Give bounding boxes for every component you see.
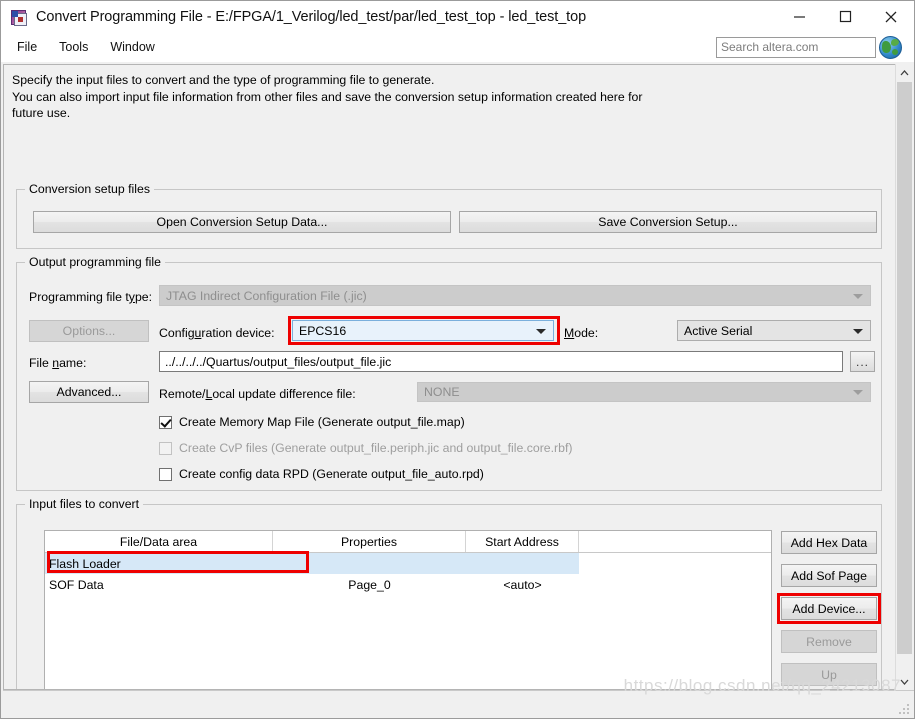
- conversion-setup-files-group: Conversion setup files Open Conversion S…: [16, 182, 882, 249]
- cell-file-data-area: Flash Loader: [49, 556, 121, 571]
- create-cvp-files-label: Create CvP files (Generate output_file.p…: [179, 441, 573, 455]
- intro-line-3: future use.: [12, 106, 71, 120]
- output-programming-file-group: Output programming file Programming file…: [16, 255, 882, 491]
- input-files-table[interactable]: File/Data area Properties Start Address …: [44, 530, 772, 689]
- output-programming-file-title: Output programming file: [25, 255, 165, 269]
- file-name-label: File name:: [29, 356, 87, 370]
- configuration-device-label: Configuration device:: [159, 326, 275, 340]
- title-bar: Convert Programming File - E:/FPGA/1_Ver…: [1, 1, 914, 32]
- menu-tools[interactable]: Tools: [49, 37, 98, 57]
- conversion-setup-files-title: Conversion setup files: [25, 182, 154, 196]
- table-header-row: File/Data area Properties Start Address: [45, 531, 771, 553]
- input-files-to-convert-group: Input files to convert File/Data area Pr…: [16, 497, 882, 689]
- options-button-label: Options...: [62, 324, 116, 338]
- create-config-data-rpd-checkbox[interactable]: [159, 467, 172, 481]
- convert-programming-file-window: Convert Programming File - E:/FPGA/1_Ver…: [0, 0, 915, 719]
- configuration-device-value: EPCS16: [299, 323, 347, 338]
- cell-spacer: [579, 553, 771, 574]
- advanced-button[interactable]: Advanced...: [29, 381, 149, 403]
- scroll-up-icon[interactable]: [896, 64, 913, 81]
- intro-line-1: Specify the input files to convert and t…: [12, 73, 435, 87]
- menu-window[interactable]: Window: [100, 37, 164, 57]
- search-container: Search altera.com: [716, 37, 876, 58]
- main-content-panel: Specify the input files to convert and t…: [3, 64, 896, 690]
- remote-local-update-combo[interactable]: NONE: [417, 382, 871, 402]
- close-button[interactable]: [868, 1, 914, 32]
- content-inner: Specify the input files to convert and t…: [4, 65, 882, 689]
- mode-combo[interactable]: Active Serial: [677, 320, 871, 341]
- column-header-properties[interactable]: Properties: [273, 531, 466, 552]
- chevron-down-icon: [853, 293, 863, 299]
- create-memory-map-file-label: Create Memory Map File (Generate output_…: [179, 415, 465, 429]
- mode-label: Mode:: [564, 326, 599, 340]
- file-name-value: ../../../../Quartus/output_files/output_…: [165, 354, 392, 369]
- remove-label: Remove: [806, 634, 852, 649]
- add-device-label: Add Device...: [792, 601, 866, 616]
- input-files-to-convert-title: Input files to convert: [25, 497, 144, 511]
- menu-bar: File Tools Window Search altera.com: [1, 32, 914, 62]
- browse-dots: ...: [855, 354, 869, 369]
- table-row[interactable]: SOF Data Page_0 <auto>: [45, 574, 771, 595]
- remote-local-update-label: Remote/Local update difference file:: [159, 387, 356, 401]
- advanced-button-label: Advanced...: [56, 385, 122, 399]
- column-header-start-address[interactable]: Start Address: [466, 531, 579, 552]
- chevron-down-icon: [853, 390, 863, 395]
- table-row[interactable]: Flash Loader: [45, 553, 771, 574]
- file-name-input[interactable]: ../../../../Quartus/output_files/output_…: [159, 351, 843, 372]
- options-button[interactable]: Options...: [29, 320, 149, 342]
- intro-line-2: You can also import input file informati…: [12, 89, 643, 104]
- programming-file-type-value: JTAG Indirect Configuration File (.jic): [166, 288, 367, 303]
- window-controls: [776, 1, 914, 32]
- create-memory-map-file-checkbox[interactable]: [159, 415, 172, 429]
- menu-file[interactable]: File: [7, 37, 47, 57]
- add-hex-data-label: Add Hex Data: [790, 535, 868, 550]
- add-sof-page-label: Add Sof Page: [791, 568, 867, 583]
- file-name-browse-button[interactable]: ...: [850, 351, 875, 372]
- chevron-down-icon: [853, 328, 863, 334]
- create-memory-map-file-checkbox-row[interactable]: Create Memory Map File (Generate output_…: [159, 415, 465, 429]
- globe-icon[interactable]: [879, 36, 902, 59]
- add-sof-page-button[interactable]: Add Sof Page: [781, 564, 877, 587]
- scrollbar-thumb[interactable]: [897, 82, 912, 654]
- column-header-file-data-area[interactable]: File/Data area: [45, 531, 273, 552]
- column-header-spacer: [579, 531, 771, 552]
- create-config-data-rpd-checkbox-row[interactable]: Create config data RPD (Generate output_…: [159, 467, 484, 481]
- open-conversion-setup-data-button[interactable]: Open Conversion Setup Data...: [33, 211, 451, 233]
- remove-button[interactable]: Remove: [781, 630, 877, 653]
- cell-file-data-area: SOF Data: [49, 577, 104, 592]
- intro-text: Specify the input files to convert and t…: [12, 72, 862, 122]
- programming-file-type-combo[interactable]: JTAG Indirect Configuration File (.jic): [159, 285, 871, 306]
- maximize-button[interactable]: [822, 1, 868, 32]
- programming-file-type-label: Programming file type:: [29, 290, 153, 304]
- search-input[interactable]: Search altera.com: [716, 37, 876, 58]
- remote-local-update-value: NONE: [424, 385, 460, 399]
- create-config-data-rpd-label: Create config data RPD (Generate output_…: [179, 467, 484, 481]
- create-cvp-files-checkbox-row: Create CvP files (Generate output_file.p…: [159, 441, 573, 455]
- configuration-device-combo[interactable]: EPCS16: [292, 320, 554, 341]
- add-device-button[interactable]: Add Device...: [781, 597, 877, 620]
- cell-properties: [273, 553, 466, 574]
- cell-start-address: <auto>: [503, 577, 542, 592]
- chevron-down-icon: [536, 328, 546, 334]
- vertical-scrollbar[interactable]: [895, 64, 912, 690]
- save-conversion-setup-button[interactable]: Save Conversion Setup...: [459, 211, 877, 233]
- cell-start-address: [466, 553, 579, 574]
- resize-grip[interactable]: [899, 704, 911, 716]
- create-cvp-files-checkbox: [159, 441, 172, 455]
- cell-spacer: [579, 574, 771, 595]
- add-hex-data-button[interactable]: Add Hex Data: [781, 531, 877, 554]
- cell-properties: Page_0: [348, 577, 391, 592]
- window-title: Convert Programming File - E:/FPGA/1_Ver…: [36, 8, 587, 25]
- app-icon: [10, 8, 28, 26]
- watermark-text: https://blog.csdn.net/qq_24213087: [623, 676, 901, 695]
- minimize-button[interactable]: [776, 1, 822, 32]
- mode-value: Active Serial: [684, 323, 753, 338]
